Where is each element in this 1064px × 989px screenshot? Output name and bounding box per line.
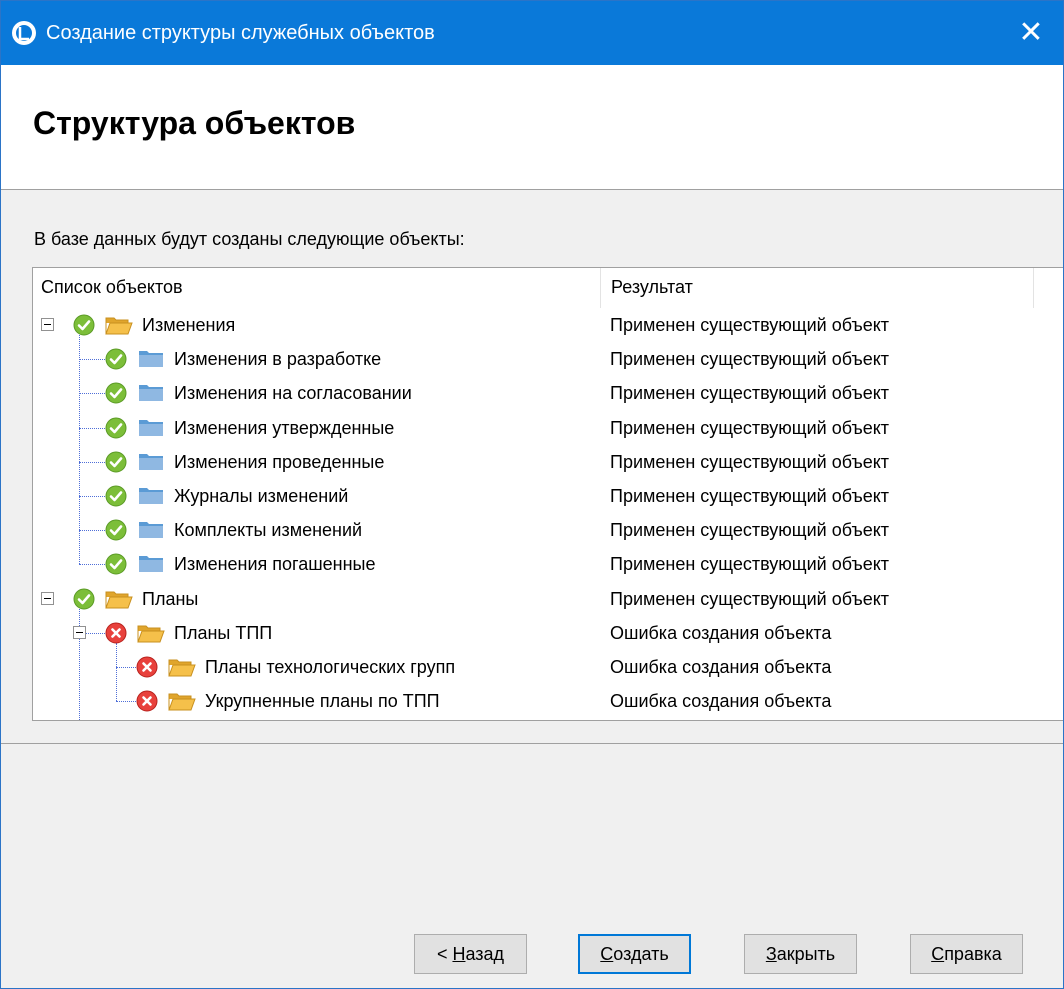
tree-item-name: Планы ТПП (174, 623, 273, 643)
folder-closed-icon (139, 454, 163, 470)
success-check-icon (105, 553, 127, 575)
tree-row[interactable]: Изменения на согласовании Применен сущест… (33, 376, 1063, 410)
folder-open-icon (105, 591, 133, 609)
column-separator[interactable] (1033, 268, 1034, 308)
back-button-label: азад (465, 944, 505, 964)
back-button-prefix: < (436, 944, 453, 964)
tree-row[interactable]: Изменения утвержденные Применен существую… (33, 411, 1063, 445)
success-check-icon (105, 417, 127, 439)
tree-item-name: Планы (142, 589, 199, 609)
tree-item-result: Применен существующий объект (610, 520, 890, 540)
tree-row[interactable]: Укрупненные планы по ТПП Ошибка создания … (33, 684, 1063, 718)
folder-closed-icon (139, 385, 163, 401)
tree-row[interactable]: Планы ТПП Ошибка создания объекта (33, 616, 1063, 650)
folder-open-icon (168, 693, 196, 711)
page-title: Структура объектов (33, 105, 356, 141)
tree-item-name: Изменения проведенные (174, 452, 385, 472)
tree-row[interactable]: Журналы изменений Применен существующий о… (33, 479, 1063, 513)
close-button-mnemonic: З (765, 944, 777, 964)
footer-divider (1, 743, 1063, 744)
help-button-mnemonic: С (931, 944, 945, 964)
tree-item-name: Планы технологических групп (205, 657, 456, 677)
tree-item-result: Применен существующий объект (610, 589, 890, 609)
tree-row[interactable]: Изменения проведенные Применен существующ… (33, 445, 1063, 479)
collapse-toggle-icon[interactable] (41, 592, 54, 605)
tree-item-result: Применен существующий объект (610, 383, 890, 403)
tree-item-result: Применен существующий объект (610, 554, 890, 574)
success-check-icon (73, 588, 95, 610)
success-check-icon (105, 451, 127, 473)
tree-row[interactable]: Изменения Применен существующий объект (33, 308, 1063, 342)
tree-item-name: Журналы изменений (174, 486, 349, 506)
tree-item-name: Изменения погашенные (174, 554, 376, 574)
error-cross-icon (136, 690, 158, 712)
tree-item-result: Применен существующий объект (610, 349, 890, 369)
success-check-icon (73, 314, 95, 336)
back-button-mnemonic: Н (452, 944, 466, 964)
tree-item-name: Изменения в разработке (174, 349, 382, 369)
header-panel: Структура объектов (1, 65, 1063, 190)
tree-row[interactable]: Планы технологических групп Ошибка создан… (33, 650, 1063, 684)
folder-closed-icon (139, 522, 163, 538)
tree-row[interactable]: Изменения в разработке Применен существую… (33, 342, 1063, 376)
help-button[interactable]: Справка (910, 934, 1023, 974)
help-button-label: правка (944, 944, 1002, 964)
objects-tree-list[interactable]: Список объектов Результат Изменения Приме… (32, 267, 1063, 721)
tree-row[interactable]: Комплекты изменений Применен существующий… (33, 513, 1063, 547)
window-title: Создание структуры служебных объектов (46, 22, 435, 44)
tree-item-result: Применен существующий объект (610, 486, 890, 506)
description-label: В базе данных будут созданы следующие об… (34, 229, 465, 249)
folder-open-icon (168, 659, 196, 677)
folder-closed-icon (139, 420, 163, 436)
column-header-objects[interactable]: Список объектов (41, 277, 183, 298)
app-logo-icon (12, 21, 36, 45)
create-button-label: оздать (613, 944, 669, 964)
column-separator[interactable] (600, 268, 601, 308)
tree-row[interactable]: Планы аннулированныеПрименен существующи… (33, 718, 1063, 720)
close-button-label: акрыть (776, 944, 836, 964)
collapse-toggle-icon[interactable] (41, 318, 54, 331)
tree-row[interactable]: Планы Применен существующий объект (33, 582, 1063, 616)
tree-item-name: Изменения утвержденные (174, 418, 395, 438)
folder-closed-icon (139, 351, 163, 367)
back-button[interactable]: < Назад (414, 934, 527, 974)
tree-item-result: Ошибка создания объекта (610, 691, 832, 711)
folder-closed-icon (139, 488, 163, 504)
dialog-window: Создание структуры служебных объектов ✕ … (0, 0, 1064, 989)
success-check-icon (105, 382, 127, 404)
title-bar[interactable]: Создание структуры служебных объектов ✕ (1, 1, 1063, 65)
success-check-icon (105, 485, 127, 507)
tree-item-result: Ошибка создания объекта (610, 623, 832, 643)
folder-closed-icon (139, 556, 163, 572)
folder-open-icon (137, 625, 165, 643)
column-header-result[interactable]: Результат (611, 277, 693, 298)
folder-open-icon (105, 317, 133, 335)
tree-item-name: Укрупненные планы по ТПП (205, 691, 440, 711)
tree-item-result: Ошибка создания объекта (610, 657, 832, 677)
tree-item-result: Применен существующий объект (610, 452, 890, 472)
tree-item-name: Изменения (142, 315, 236, 335)
create-button[interactable]: Создать (578, 934, 691, 974)
create-button-mnemonic: С (600, 944, 614, 964)
error-cross-icon (105, 622, 127, 644)
success-check-icon (105, 519, 127, 541)
tree-item-name: Изменения на согласовании (174, 383, 412, 403)
tree-item-name: Комплекты изменений (174, 520, 363, 540)
close-button[interactable]: Закрыть (744, 934, 857, 974)
close-window-button[interactable]: ✕ (999, 1, 1063, 65)
tree-row[interactable]: Изменения погашенные Применен существующи… (33, 547, 1063, 581)
collapse-toggle-icon[interactable] (73, 626, 86, 639)
tree-item-result: Применен существующий объект (610, 315, 890, 335)
success-check-icon (105, 348, 127, 370)
tree-item-result: Применен существующий объект (610, 418, 890, 438)
error-cross-icon (136, 656, 158, 678)
column-header-row: Список объектов Результат (33, 268, 1063, 308)
